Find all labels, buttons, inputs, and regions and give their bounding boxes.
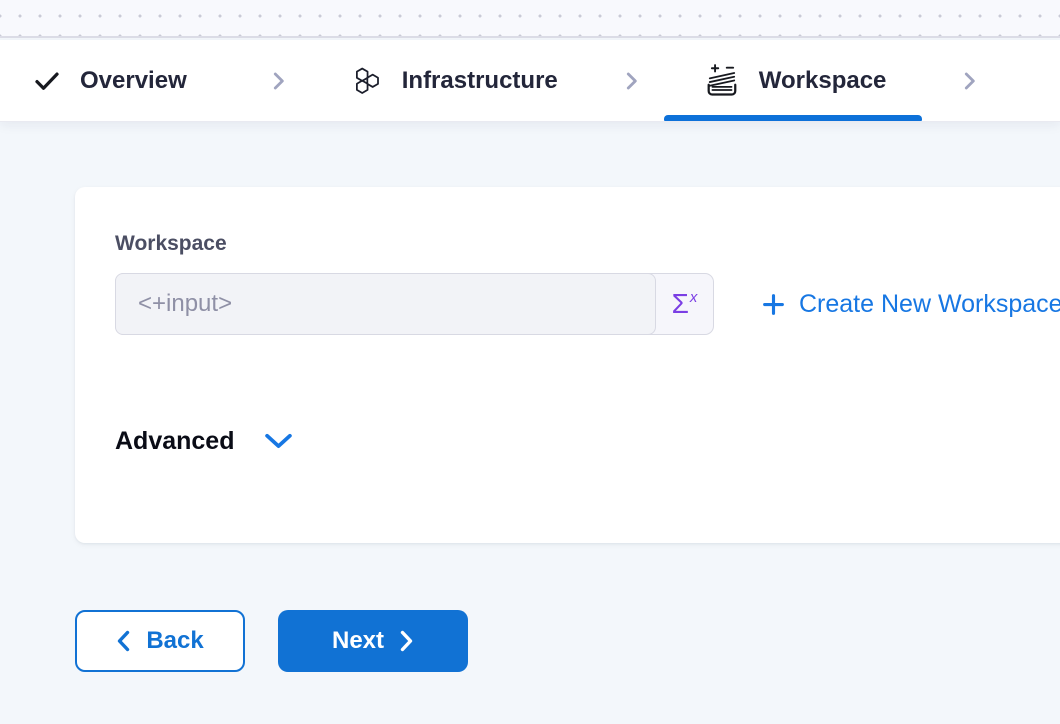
back-button-label: Back [146, 627, 203, 655]
next-button-label: Next [332, 627, 384, 655]
workspace-input-group: Σ x [115, 273, 714, 335]
workspace-input-row: Σ x Create New Workspace [115, 273, 1060, 335]
workspace-field-label: Workspace [115, 232, 1060, 256]
back-button[interactable]: Back [75, 610, 245, 672]
step-workspace-label: Workspace [759, 67, 887, 95]
wizard-footer-actions: Back Next [75, 610, 468, 672]
wizard-stepper: Overview Infrastructure [0, 40, 1060, 122]
plus-icon [761, 292, 786, 317]
workspace-stack-icon [704, 64, 741, 98]
expression-builder-button[interactable]: Σ x [656, 274, 713, 334]
advanced-label: Advanced [115, 427, 234, 456]
active-tab-underline [664, 115, 923, 121]
chevron-right-separator-icon [265, 68, 291, 94]
workspace-input[interactable] [115, 273, 656, 335]
create-new-workspace-link[interactable]: Create New Workspace [761, 290, 1060, 319]
sigma-sup-x: x [690, 289, 698, 306]
chevron-down-icon [264, 432, 293, 451]
workspace-form-card: Workspace Σ x Create New Workspace Advan… [75, 187, 1060, 543]
chevron-right-separator-icon [618, 68, 644, 94]
hexagon-cluster-icon [351, 65, 384, 97]
next-button[interactable]: Next [278, 610, 468, 672]
create-new-workspace-label: Create New Workspace [799, 290, 1060, 319]
step-overview-label: Overview [80, 67, 187, 95]
sigma-icon: Σ [672, 290, 689, 318]
step-overview[interactable]: Overview [32, 40, 187, 121]
dotted-canvas-background [0, 0, 1060, 38]
check-icon [32, 66, 62, 96]
step-workspace[interactable]: Workspace [704, 40, 887, 121]
step-infrastructure-label: Infrastructure [402, 67, 558, 95]
chevron-right-separator-icon [956, 68, 982, 94]
chevron-left-icon [116, 630, 131, 652]
advanced-toggle[interactable]: Advanced [115, 427, 1060, 456]
step-infrastructure[interactable]: Infrastructure [351, 40, 558, 121]
chevron-right-icon [399, 630, 414, 652]
